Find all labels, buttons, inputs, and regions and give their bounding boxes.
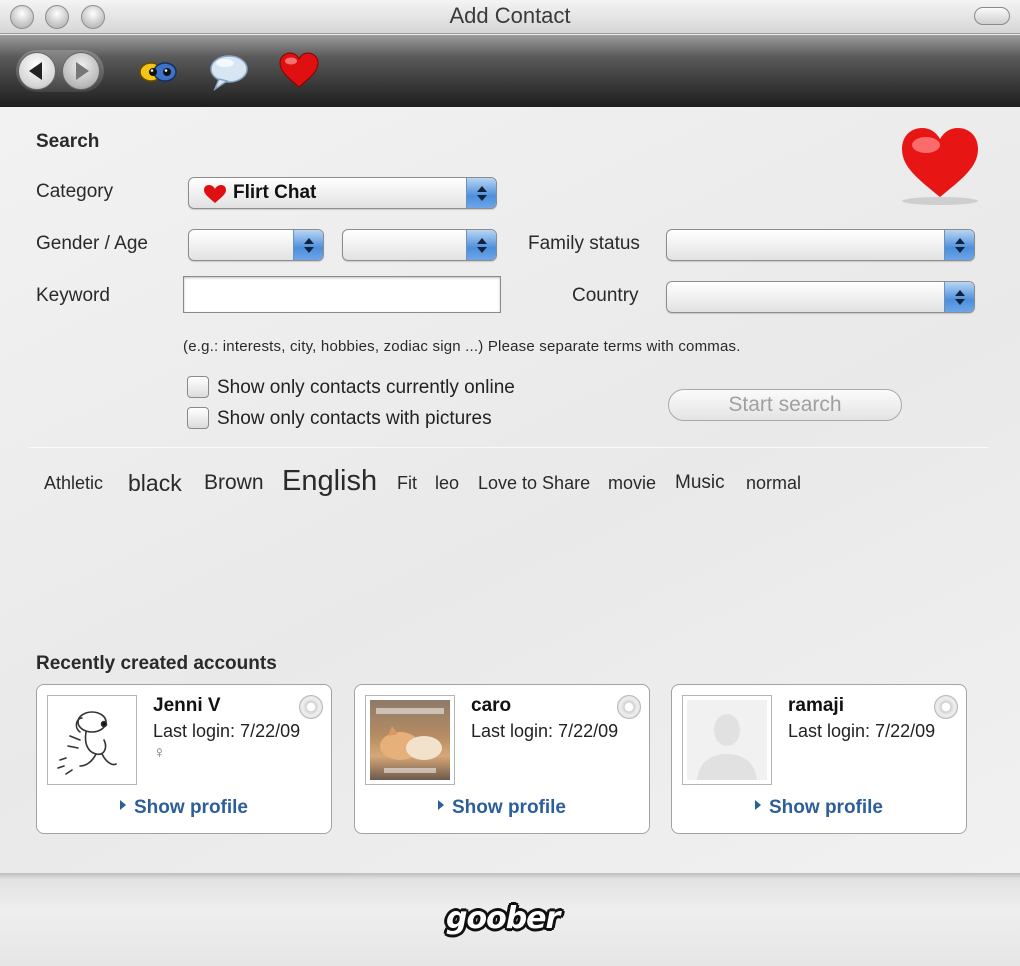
eyes-icon[interactable] <box>136 49 180 93</box>
tag-link[interactable]: Love to Share <box>478 473 590 494</box>
show-profile-label: Show profile <box>134 797 248 818</box>
select-arrows-icon <box>944 230 974 260</box>
disclosure-triangle-icon <box>438 800 444 810</box>
show-profile-label: Show profile <box>769 797 883 818</box>
pictures-only-label[interactable]: Show only contacts with pictures <box>217 408 492 430</box>
gender-select[interactable] <box>188 229 324 261</box>
tag-link[interactable]: black <box>128 470 182 497</box>
keyword-hint: (e.g.: interests, city, hobbies, zodiac … <box>183 338 741 355</box>
account-card: ramaji Last login: 7/22/09 Show profile <box>671 684 967 834</box>
tag-link[interactable]: English <box>282 465 377 498</box>
account-name: Jenni V <box>153 695 221 716</box>
window-title: Add Contact <box>449 3 571 28</box>
heart-icon <box>204 185 226 203</box>
family-status-label: Family status <box>528 233 640 254</box>
back-button[interactable] <box>18 52 56 90</box>
show-profile-label: Show profile <box>452 797 566 818</box>
select-arrows-icon <box>466 230 496 260</box>
speech-bubble-icon[interactable] <box>207 49 251 93</box>
forward-icon <box>76 62 89 80</box>
disclosure-triangle-icon <box>120 800 126 810</box>
tag-link[interactable]: movie <box>608 473 656 494</box>
category-select[interactable]: Flirt Chat <box>188 177 497 209</box>
online-status-icon <box>299 695 323 719</box>
country-select[interactable] <box>666 281 975 313</box>
family-status-select[interactable] <box>666 229 975 261</box>
online-only-label[interactable]: Show only contacts currently online <box>217 377 515 399</box>
back-icon <box>29 62 42 80</box>
account-last-login: Last login: 7/22/09 <box>153 721 301 741</box>
country-label: Country <box>572 285 639 306</box>
select-arrows-icon <box>944 282 974 312</box>
account-name: caro <box>471 695 512 716</box>
tag-link[interactable]: Athletic <box>44 473 103 494</box>
online-status-icon <box>617 695 641 719</box>
pictures-only-checkbox[interactable] <box>187 407 209 429</box>
select-arrows-icon <box>466 178 496 208</box>
account-card: caro Last login: 7/22/09 Show profile <box>354 684 650 834</box>
account-card: Jenni V Last login: 7/22/09 ♀ Show profi… <box>36 684 332 834</box>
online-status-icon <box>934 695 958 719</box>
gender-age-label: Gender / Age <box>36 233 148 254</box>
avatar[interactable] <box>47 695 137 785</box>
disclosure-triangle-icon <box>755 800 761 810</box>
nav-buttons <box>16 50 104 92</box>
toolbar <box>0 35 1020 107</box>
keyword-label: Keyword <box>36 285 110 306</box>
age-select[interactable] <box>342 229 497 261</box>
category-label: Category <box>36 181 114 202</box>
tag-link[interactable]: Brown <box>204 471 264 495</box>
placeholder-silhouette-icon <box>687 700 767 780</box>
goober-logo: goober <box>446 901 560 936</box>
forward-button[interactable] <box>62 52 100 90</box>
tag-link[interactable]: Music <box>675 472 725 494</box>
avatar[interactable] <box>365 695 455 785</box>
tag-link[interactable]: leo <box>435 473 459 494</box>
recent-accounts-title: Recently created accounts <box>36 653 277 674</box>
show-profile-link[interactable]: Show profile <box>355 797 649 819</box>
category-value: Flirt Chat <box>233 182 317 203</box>
footer: goober <box>0 873 1020 966</box>
avatar[interactable] <box>682 695 772 785</box>
snoopy-avatar-icon <box>57 711 117 775</box>
account-last-login: Last login: 7/22/09 <box>471 721 619 741</box>
female-gender-icon: ♀ <box>153 743 166 762</box>
heart-icon[interactable] <box>277 49 321 93</box>
large-heart-icon <box>902 128 978 205</box>
toolbar-toggle-button[interactable] <box>974 7 1010 25</box>
account-last-login: Last login: 7/22/09 <box>788 721 936 741</box>
title-bar: Add Contact <box>0 0 1020 34</box>
start-search-button[interactable]: Start search <box>668 389 902 421</box>
tag-link[interactable]: normal <box>746 473 801 494</box>
search-section-title: Search <box>36 131 100 152</box>
keyword-input[interactable] <box>183 276 501 313</box>
show-profile-link[interactable]: Show profile <box>672 797 966 819</box>
online-only-checkbox[interactable] <box>187 376 209 398</box>
select-arrows-icon <box>293 230 323 260</box>
section-divider <box>28 447 988 448</box>
cat-photo-avatar-icon <box>376 708 444 773</box>
add-contact-panel: Search Category Flirt Chat Gender / Age … <box>0 107 1020 873</box>
account-name: ramaji <box>788 695 844 716</box>
tag-link[interactable]: Fit <box>397 473 417 494</box>
show-profile-link[interactable]: Show profile <box>37 797 331 819</box>
